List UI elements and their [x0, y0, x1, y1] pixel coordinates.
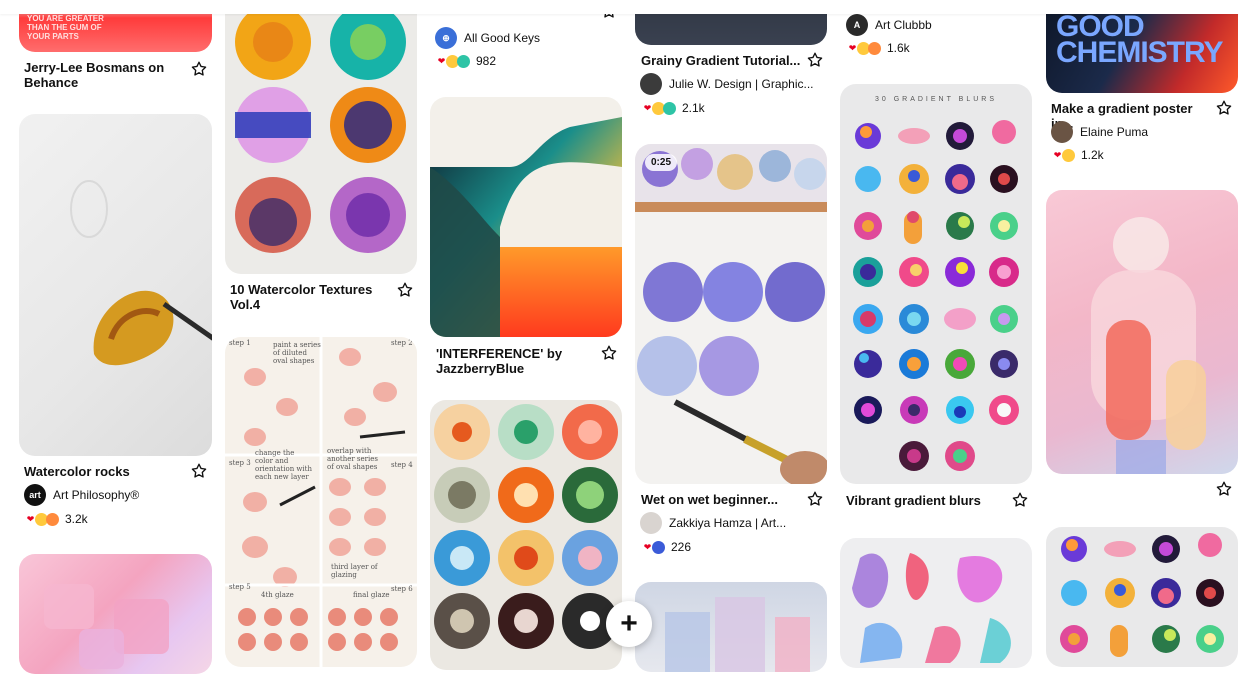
pin-image[interactable] — [430, 97, 622, 337]
watercolor-circles — [235, 4, 406, 253]
save-star-icon[interactable] — [190, 60, 208, 78]
reaction-count: 982 — [476, 54, 497, 68]
save-star-icon[interactable] — [1011, 491, 1029, 509]
pin-title[interactable]: Jerry-Lee Bosmans on Behance — [24, 60, 184, 90]
star-reaction-icon — [457, 54, 470, 68]
add-pin-button[interactable]: + — [606, 601, 652, 647]
pin-image[interactable] — [19, 114, 212, 456]
pin-title[interactable]: 10 Watercolor Textures Vol.4 — [230, 282, 380, 312]
poster-caption: YOU ARE GREATER THAN THE GUM OF YOUR PAR… — [27, 14, 104, 41]
step-note: paint a series of diluted oval shapes — [273, 341, 321, 365]
step-note: third layer of glazing — [331, 563, 378, 579]
author-name[interactable]: Julie W. Design | Graphic... — [669, 77, 814, 91]
step-label: step 5 — [229, 583, 251, 591]
reactions: ❤ 2.1k — [641, 100, 705, 116]
star-reaction-icon — [663, 101, 676, 115]
step-note: 4th glaze — [261, 591, 294, 599]
pin-image[interactable] — [1046, 190, 1238, 474]
reaction-count: 2.1k — [682, 101, 705, 115]
glass-blocks-drawing — [665, 597, 810, 672]
author-name[interactable]: Zakkiya Hamza | Art... — [669, 516, 786, 530]
gradient-blur-grid — [1060, 533, 1224, 657]
author-name[interactable]: Elaine Puma — [1080, 125, 1148, 139]
interference-art — [430, 117, 622, 337]
pin-image[interactable]: step 1 step 2 step 3 step 4 step 5 step … — [225, 337, 417, 667]
reactions: ❤ 1.2k — [1051, 147, 1104, 163]
pin-image[interactable]: 30 GRADIENT BLURS — [840, 84, 1032, 484]
pin-title[interactable]: Vibrant gradient blurs — [846, 493, 1006, 508]
avatar[interactable]: ⊕ — [435, 27, 457, 49]
save-star-icon[interactable] — [600, 344, 618, 362]
author-name[interactable]: Art Clubbb — [875, 18, 932, 32]
avatar[interactable] — [640, 73, 662, 95]
top-bar — [0, 0, 1239, 14]
pastel-figure-drawing — [1091, 217, 1206, 474]
pin-author[interactable]: A Art Clubbb — [846, 14, 932, 36]
laugh-reaction-icon — [868, 41, 881, 55]
wet-on-wet-drawing — [635, 144, 827, 484]
watercolor-rock-drawing — [70, 180, 212, 366]
reaction-count: 1.2k — [1081, 148, 1104, 162]
pin-author[interactable]: Zakkiya Hamza | Art... — [640, 512, 786, 534]
save-star-icon[interactable] — [190, 462, 208, 480]
reaction-count: 1.6k — [887, 41, 910, 55]
step-note: final glaze — [353, 591, 390, 599]
pin-image[interactable] — [1046, 527, 1238, 667]
poster-headline: GOOD CHEMISTRY — [1056, 10, 1224, 69]
wow-reaction-icon — [1062, 148, 1075, 162]
step-label: step 1 — [229, 339, 251, 347]
step-label: step 2 — [391, 339, 413, 347]
step-note: change the color and orientation with ea… — [255, 449, 312, 481]
author-name[interactable]: All Good Keys — [464, 31, 540, 45]
pin-image[interactable]: 0:25 — [635, 144, 827, 484]
save-star-icon[interactable] — [806, 490, 824, 508]
avatar[interactable] — [640, 512, 662, 534]
pin-author[interactable]: Julie W. Design | Graphic... — [640, 73, 814, 95]
avatar[interactable]: art — [24, 484, 46, 506]
glazing-steps-drawing — [225, 337, 417, 667]
blue-reaction-icon — [652, 540, 665, 554]
abstract-shapes-drawing — [852, 553, 1011, 663]
save-star-icon[interactable] — [1215, 480, 1233, 498]
pin-image[interactable] — [840, 538, 1032, 668]
video-duration-badge: 0:25 — [645, 154, 678, 171]
cubes-drawing — [44, 584, 169, 669]
pin-author[interactable]: Elaine Puma — [1051, 121, 1148, 143]
petri-dish-grid — [434, 404, 618, 649]
pin-image[interactable] — [430, 400, 622, 670]
pin-title[interactable]: 'INTERFERENCE' by JazzberryBlue — [436, 346, 586, 376]
step-label: step 3 — [229, 459, 251, 467]
pin-title[interactable]: Watercolor rocks — [24, 464, 184, 479]
pin-title[interactable]: Wet on wet beginner... — [641, 492, 801, 507]
save-star-icon[interactable] — [1215, 99, 1233, 117]
reactions: ❤ 1.6k — [846, 40, 910, 56]
pin-author[interactable]: ⊕ All Good Keys — [435, 27, 540, 49]
reaction-count: 3.2k — [65, 512, 88, 526]
avatar[interactable] — [1051, 121, 1073, 143]
step-label: step 4 — [391, 461, 413, 469]
laugh-reaction-icon — [46, 512, 59, 526]
reaction-count: 226 — [671, 540, 692, 554]
pin-author[interactable]: art Art Philosophy® — [24, 484, 139, 506]
pin-image[interactable] — [19, 554, 212, 674]
step-label: step 6 — [391, 585, 413, 593]
pin-title[interactable]: Grainy Gradient Tutorial... — [641, 53, 801, 68]
reactions: ❤ 226 — [641, 539, 691, 555]
pin-image[interactable] — [225, 0, 417, 274]
save-star-icon[interactable] — [806, 51, 824, 69]
reactions: ❤ 3.2k — [24, 511, 88, 527]
reactions: ❤ 982 — [435, 53, 496, 69]
pin-image[interactable] — [635, 582, 827, 672]
author-name[interactable]: Art Philosophy® — [53, 488, 139, 502]
gradient-blur-grid — [853, 120, 1019, 471]
step-note: overlap with another series of oval shap… — [327, 447, 378, 471]
save-star-icon[interactable] — [396, 281, 414, 299]
avatar[interactable]: A — [846, 14, 868, 36]
